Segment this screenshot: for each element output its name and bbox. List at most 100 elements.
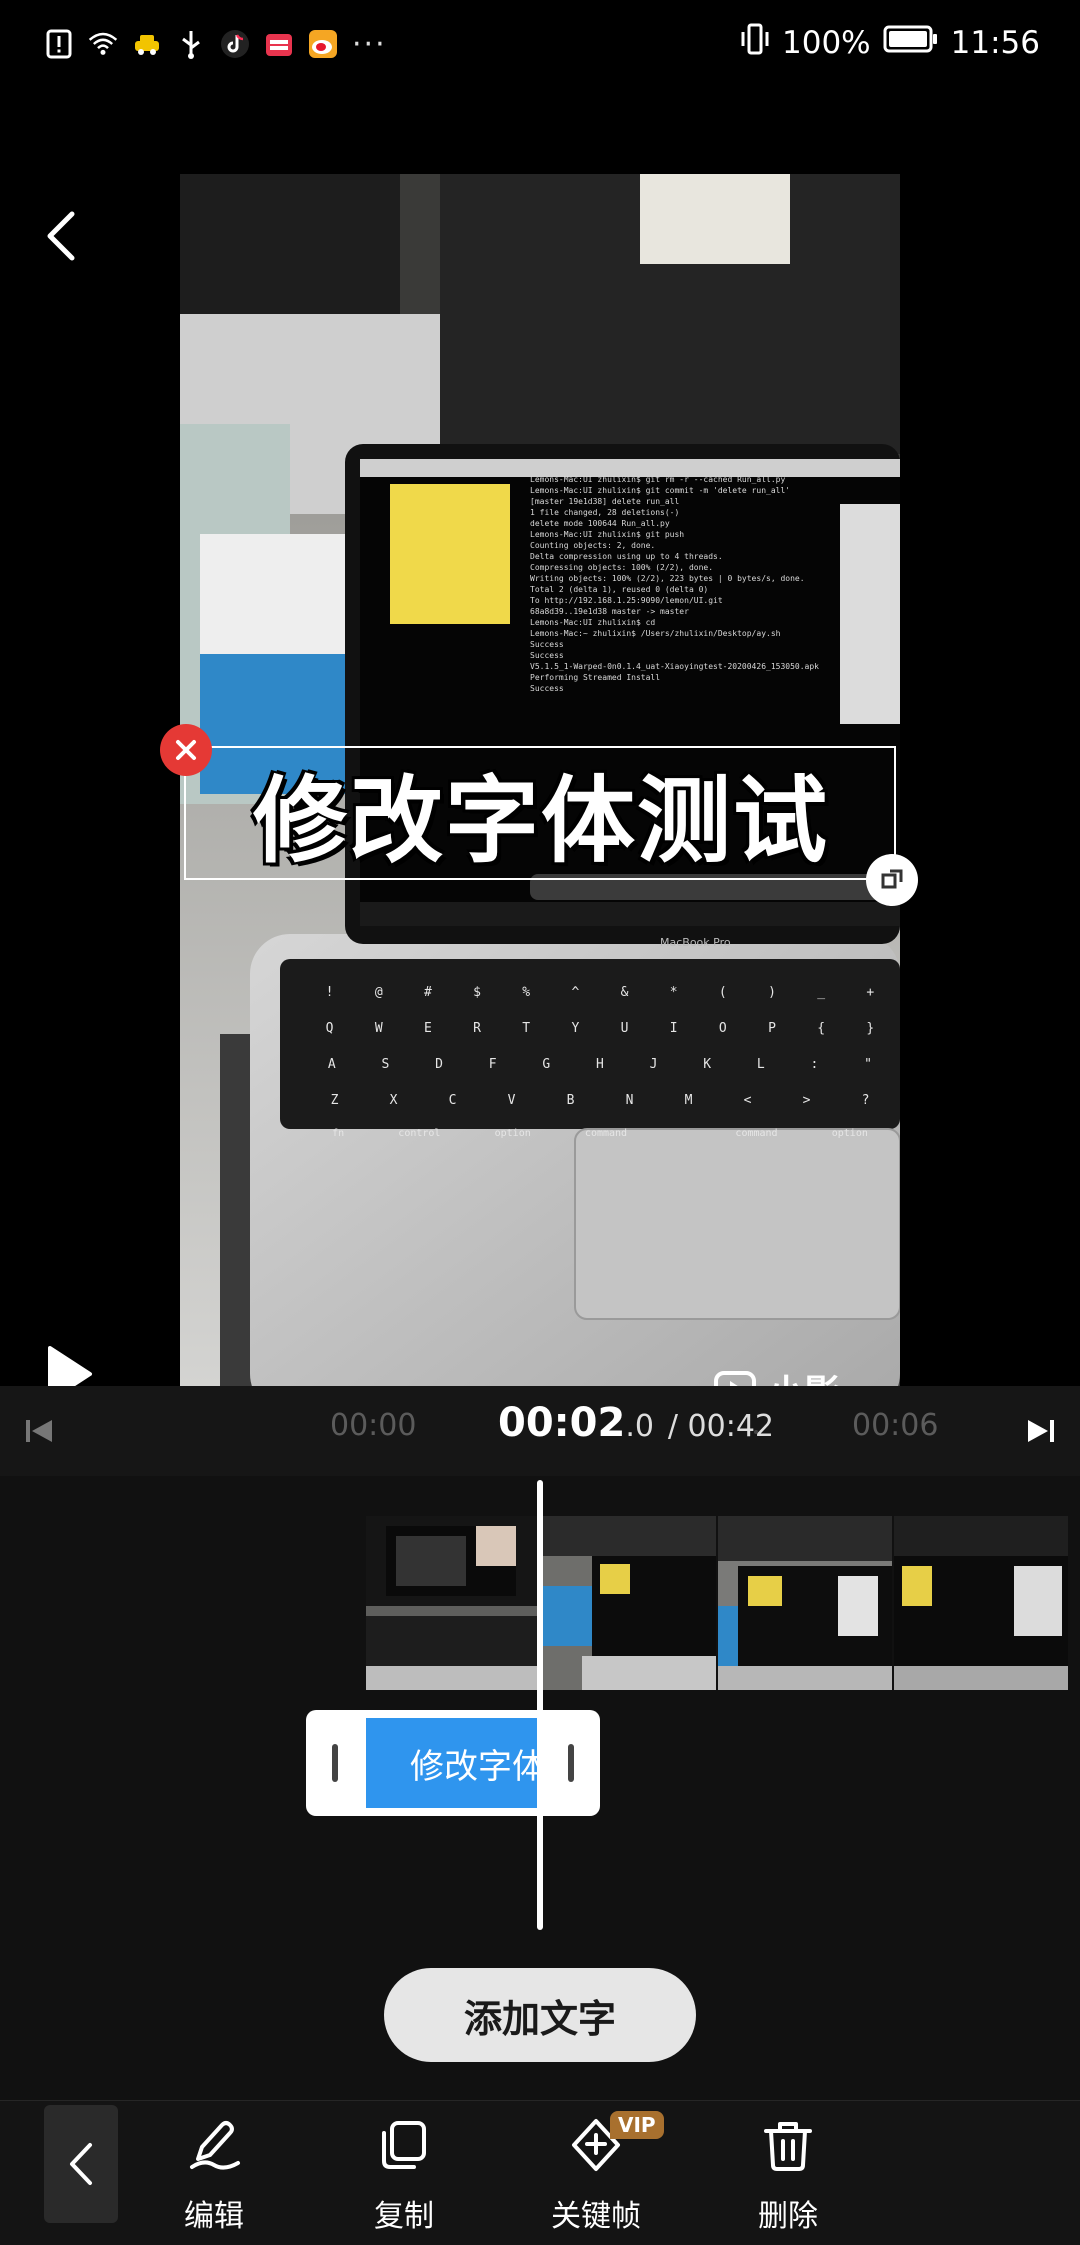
scale-rotate-handle[interactable] xyxy=(866,854,918,906)
terminal-line: To http://192.168.1.25:9090/lemon/UI.git xyxy=(530,596,723,605)
terminal-line: 1 file changed, 28 deletions(-) xyxy=(530,508,680,517)
skip-end-icon xyxy=(1028,1420,1054,1442)
delete-button[interactable]: 删除 xyxy=(718,2115,858,2235)
clip-trim-left-handle[interactable] xyxy=(332,1744,338,1782)
remove-text-button[interactable] xyxy=(160,724,212,776)
tiktok-app-icon xyxy=(220,29,250,59)
terminal-line: delete mode 100644 Run_all.py xyxy=(530,519,670,528)
terminal-line: [master 19e1d38] delete run_all xyxy=(530,497,680,506)
key: G xyxy=(542,1056,551,1072)
keyboard-row: Z X C V B N M < >? xyxy=(305,1082,895,1118)
keyframe-button[interactable]: VIP 关键帧 xyxy=(526,2111,666,2235)
video-thumbnail xyxy=(366,1516,540,1690)
terminal-line: Success xyxy=(530,640,564,649)
overlay-text: 修改字体测试 xyxy=(252,767,829,876)
key: P xyxy=(768,1020,776,1036)
key: Y xyxy=(571,1020,580,1036)
keyboard-row: ! @ # $% ^ & * () _ + xyxy=(305,974,895,1010)
key: + xyxy=(866,984,875,1000)
terminal-line: V5.1.5_1-Warped-0n0.1.4_uat-Xiaoyingtest… xyxy=(530,662,819,671)
keyboard-keys: ! @ # $% ^ & * () _ + Q W E R T Y U I O P {} A S D F G H J K L: " Z X… xyxy=(305,974,895,1148)
toolbar-back-button[interactable] xyxy=(44,2105,118,2223)
key: & xyxy=(620,984,629,1000)
video-preview-area: Lemons-Mac:UI zhulixin$ git rm -r --cach… xyxy=(0,86,1080,1454)
terminal-line: Lemons-Mac:UI zhulixin$ git rm -r --cach… xyxy=(530,475,786,484)
keyboard-row: fn control option command command option xyxy=(305,1118,895,1148)
edit-label: 编辑 xyxy=(184,2199,244,2234)
key: C xyxy=(448,1092,457,1108)
battery-percent: 100% xyxy=(782,25,871,61)
terminal-line: Performing Streamed Install xyxy=(530,673,661,682)
skip-start-icon xyxy=(26,1420,52,1442)
edit-button[interactable]: 编辑 xyxy=(144,2115,284,2235)
trash-icon xyxy=(758,2115,818,2175)
terminal-line: Delta compression using up to 4 threads. xyxy=(530,552,723,561)
key: command xyxy=(584,1127,628,1139)
keyboard-row: Q W E R T Y U I O P {} xyxy=(305,1010,895,1046)
key: < xyxy=(743,1092,752,1108)
terminal-line: Total 2 (delta 1), reused 0 (delta 0) xyxy=(530,585,709,594)
key: option xyxy=(831,1127,868,1139)
key: W xyxy=(374,1020,383,1036)
key: } xyxy=(866,1020,875,1036)
terminal-line: Counting objects: 2, done. xyxy=(530,541,656,550)
bottom-toolbar: 编辑 复制 VIP 关键帧 删除 xyxy=(0,2100,1080,2245)
key: ^ xyxy=(571,984,580,1000)
time-ruler: 00:00 00:02.0 / 00:42 00:06 xyxy=(0,1386,1080,1476)
jump-to-start-button[interactable] xyxy=(22,1414,56,1448)
current-time-display: 00:02.0 / 00:42 xyxy=(498,1400,774,1446)
video-thumbnail xyxy=(894,1516,1068,1690)
key: Q xyxy=(325,1020,334,1036)
key: T xyxy=(522,1020,531,1036)
alert-icon xyxy=(44,29,74,59)
status-icons-left: ··· xyxy=(44,22,387,66)
key: O xyxy=(718,1020,727,1036)
vibrate-icon xyxy=(740,22,770,64)
usb-icon xyxy=(176,29,206,59)
copy-button[interactable]: 复制 xyxy=(334,2115,474,2235)
video-thumbnail xyxy=(542,1516,716,1690)
clock: 11:56 xyxy=(950,25,1040,61)
terminal-line: Compressing objects: 100% (2/2), done. xyxy=(530,563,714,572)
key: > xyxy=(802,1092,811,1108)
add-text-button[interactable]: 添加文字 xyxy=(384,1968,696,2062)
key: X xyxy=(389,1092,398,1108)
key: U xyxy=(620,1020,629,1036)
key: V xyxy=(507,1092,516,1108)
chevron-left-icon xyxy=(70,2143,92,2185)
key: @ xyxy=(374,984,383,1000)
jump-to-end-button[interactable] xyxy=(1024,1414,1058,1448)
taxi-app-icon xyxy=(132,29,162,59)
pen-icon xyxy=(184,2115,244,2175)
wifi-icon xyxy=(88,29,118,59)
key: { xyxy=(817,1020,826,1036)
laptop-model-label: MacBook Pro xyxy=(660,936,731,949)
key: S xyxy=(381,1056,390,1072)
key: ! xyxy=(325,984,334,1000)
chevron-left-icon xyxy=(47,211,75,261)
text-overlay-box[interactable]: 修改字体测试 xyxy=(184,746,896,880)
key: % xyxy=(522,984,531,1000)
keyframe-label: 关键帧 xyxy=(551,2199,641,2234)
key: ( xyxy=(718,984,727,1000)
copy-icon xyxy=(374,2115,434,2175)
key: option xyxy=(494,1127,531,1139)
key: control xyxy=(398,1127,441,1139)
text-clip[interactable]: 修改字体测试 xyxy=(306,1710,600,1816)
key: B xyxy=(566,1092,575,1108)
key: " xyxy=(864,1056,872,1072)
status-icons-right: 100% 11:56 xyxy=(740,18,1040,68)
current-time: 00:02 xyxy=(498,1400,626,1446)
vip-badge: VIP xyxy=(610,2111,664,2139)
back-button[interactable] xyxy=(40,206,84,266)
copy-label: 复制 xyxy=(374,2199,434,2234)
battery-icon xyxy=(883,25,939,61)
delete-label: 删除 xyxy=(758,2199,818,2234)
key: fn xyxy=(332,1127,345,1139)
text-clip-body[interactable]: 修改字体测试 xyxy=(366,1718,540,1808)
key: $ xyxy=(473,984,481,1000)
playhead[interactable] xyxy=(537,1480,543,1930)
key: ) xyxy=(768,984,776,1000)
video-track[interactable] xyxy=(366,1516,1080,1690)
clip-trim-right-handle[interactable] xyxy=(568,1744,574,1782)
